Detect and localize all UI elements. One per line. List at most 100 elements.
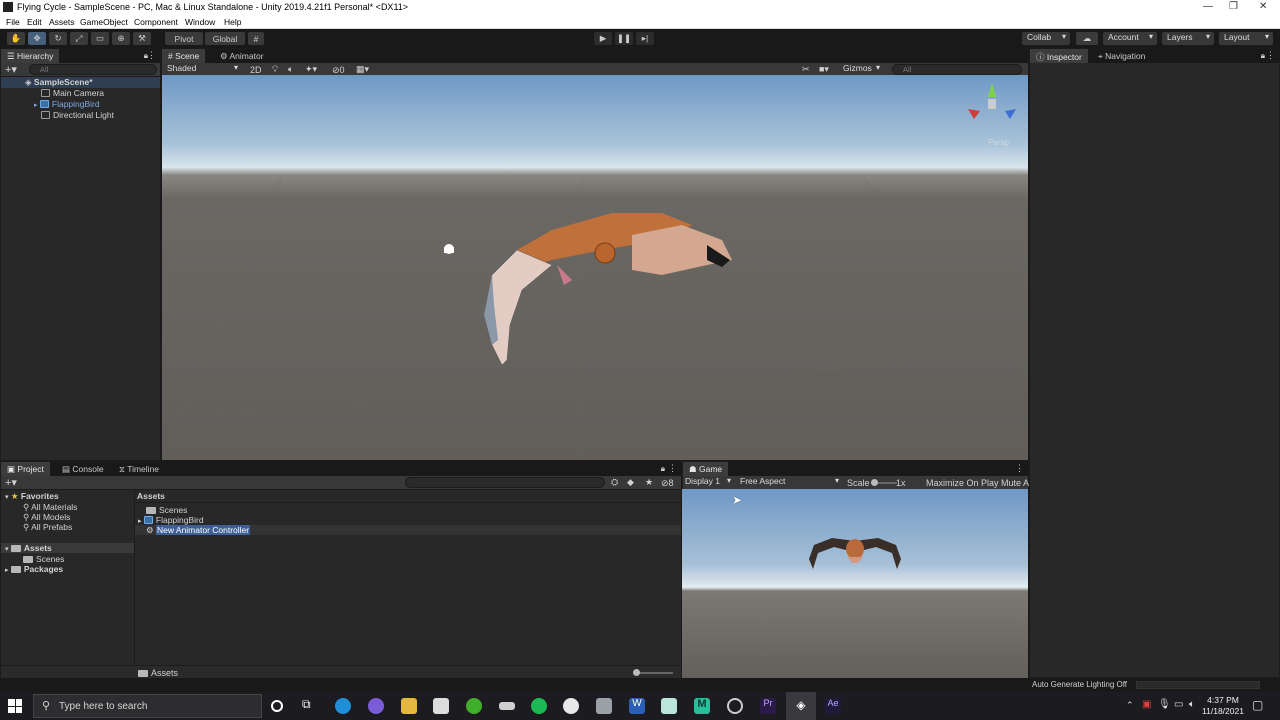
filter-type-icon[interactable]: ⛭ [611, 477, 618, 488]
asset-item-scenes[interactable]: Scenes [146, 505, 187, 515]
close-icon[interactable]: ✕ [1259, 1, 1267, 12]
tab-project[interactable]: ▣ Project [1, 462, 50, 476]
asset-item-flappingbird[interactable]: ▸ FlappingBird [138, 515, 204, 525]
scene-search-input[interactable]: All [892, 64, 1022, 75]
assets-tree-header[interactable]: ▾ Assets [1, 543, 134, 553]
edge-icon[interactable] [335, 698, 351, 714]
rect-tool-icon[interactable]: ▭ [91, 32, 109, 45]
account-dropdown[interactable]: Account [1103, 32, 1157, 45]
clock-date[interactable]: 11/18/2021 [1201, 706, 1245, 716]
pivot-toggle[interactable]: Pivot [165, 32, 203, 45]
hierarchy-item-directional-light[interactable]: Directional Light [41, 110, 114, 120]
tab-hierarchy[interactable]: ☰ Hierarchy [1, 49, 60, 63]
menu-dots-icon[interactable]: ⋮ [1266, 50, 1275, 61]
spotify-icon[interactable] [531, 698, 547, 714]
scene-viewport[interactable]: Persp [162, 75, 1028, 460]
menu-dots-icon[interactable]: ⋮ [147, 50, 156, 61]
effects-icon[interactable]: ✦▾ [305, 64, 317, 75]
premiere-icon[interactable]: Pr [760, 698, 776, 714]
transform-tool-icon[interactable]: ⊕ [112, 32, 130, 45]
app-icon[interactable] [661, 698, 677, 714]
project-search-input[interactable] [405, 477, 605, 488]
add-icon[interactable]: +▾ [5, 476, 17, 489]
snap-icon[interactable]: # [248, 32, 264, 45]
tools-icon[interactable]: ✂ [802, 64, 810, 75]
menu-dots-icon[interactable]: ⋮ [1015, 463, 1024, 474]
hierarchy-item-flappingbird[interactable]: ▸ FlappingBird [34, 99, 100, 109]
add-icon[interactable]: +▾ [5, 63, 17, 76]
tray-chevron-icon[interactable]: ⌃ [1126, 700, 1134, 711]
pause-button[interactable]: ❚❚ [615, 32, 633, 45]
scale-tool-icon[interactable]: ⤢ [70, 32, 88, 45]
calculator-icon[interactable] [596, 698, 612, 714]
camera-icon[interactable]: ■▾ [819, 64, 829, 75]
minimize-icon[interactable]: — [1203, 1, 1213, 12]
volume-icon[interactable]: 🔈︎ [1189, 699, 1195, 710]
global-toggle[interactable]: Global [205, 32, 245, 45]
menu-assets[interactable]: Assets [49, 17, 75, 27]
xbox-icon[interactable] [466, 698, 482, 714]
aspect-dropdown[interactable]: Free Aspect [735, 476, 843, 489]
maximize-on-play-toggle[interactable]: Maximize On Play [926, 478, 999, 488]
mute-audio-toggle[interactable]: Mute A [1001, 478, 1029, 488]
tab-navigation[interactable]: ⌖ Navigation [1092, 49, 1151, 63]
menu-dots-icon[interactable]: ⋮ [668, 463, 677, 474]
cloud-icon[interactable]: ☁ [1076, 32, 1098, 45]
project-breadcrumb[interactable]: Assets [137, 491, 165, 501]
custom-tool-icon[interactable]: ⚒ [133, 32, 151, 45]
hand-tool-icon[interactable]: ✋ [7, 32, 25, 45]
mode-2d-toggle[interactable]: 2D [250, 65, 262, 75]
audio-icon[interactable]: 🔈︎ [288, 64, 293, 75]
microphone-icon[interactable]: 🎙︎ [1158, 699, 1171, 710]
favorite-star-icon[interactable]: ★ [645, 477, 653, 488]
rotate-tool-icon[interactable]: ↻ [49, 32, 67, 45]
clock-time[interactable]: 4:37 PM [1206, 695, 1240, 705]
cortana-icon[interactable] [271, 700, 283, 712]
app-icon[interactable]: M [694, 698, 710, 714]
favorites-header[interactable]: ▾ ★ Favorites [5, 491, 59, 502]
game-viewport[interactable]: ➤ [682, 489, 1028, 678]
assets-tree-child[interactable]: Scenes [23, 554, 64, 564]
filter-label-icon[interactable]: ◆ [627, 477, 634, 488]
splitter[interactable] [134, 490, 135, 678]
menu-help[interactable]: Help [224, 17, 241, 27]
hierarchy-item-main-camera[interactable]: Main Camera [41, 88, 104, 98]
menu-gameobject[interactable]: GameObject [80, 17, 128, 27]
tab-animator[interactable]: ⚙ Animator [214, 49, 270, 63]
network-icon[interactable]: ▭ [1174, 699, 1183, 710]
scale-slider[interactable] [871, 479, 897, 486]
orientation-gizmo[interactable] [968, 83, 1016, 119]
restore-icon[interactable]: ❐ [1229, 1, 1238, 12]
asset-item-animator-controller[interactable]: ⚙ New Animator Controller [135, 525, 681, 535]
lock-icon[interactable]: 🔒︎ [1261, 51, 1265, 61]
lock-icon[interactable]: 🔒︎ [661, 464, 665, 474]
menu-edit[interactable]: Edit [27, 17, 42, 27]
unity-icon[interactable]: ◈ [793, 698, 809, 714]
app-icon[interactable] [563, 698, 579, 714]
after-effects-icon[interactable]: Ae [825, 698, 841, 714]
menu-component[interactable]: Component [134, 17, 178, 27]
collab-dropdown[interactable]: Collab [1022, 32, 1070, 45]
scale-slider-thumb[interactable] [871, 479, 878, 486]
hierarchy-search-input[interactable]: All [29, 64, 157, 75]
tab-scene[interactable]: # Scene [162, 49, 206, 63]
menu-file[interactable]: File [6, 17, 20, 27]
menu-window[interactable]: Window [185, 17, 215, 27]
tab-timeline[interactable]: ⧖ Timeline [113, 462, 165, 476]
lighting-icon[interactable]: 💡︎ [272, 64, 278, 75]
layout-dropdown[interactable]: Layout [1219, 32, 1273, 45]
move-tool-icon[interactable]: ✥ [28, 32, 46, 45]
file-explorer-icon[interactable] [401, 698, 417, 714]
app-icon[interactable] [368, 698, 384, 714]
scene-root-row[interactable]: ◈ SampleScene* [1, 77, 160, 88]
store-icon[interactable] [433, 698, 449, 714]
favorite-item[interactable]: ⚲ All Prefabs [23, 522, 72, 533]
tray-app-icon[interactable]: ▣ [1142, 699, 1151, 710]
layers-dropdown[interactable]: Layers [1162, 32, 1214, 45]
step-button[interactable]: ▸| [636, 32, 654, 45]
task-view-icon[interactable]: ⧉ [302, 697, 318, 713]
persp-label[interactable]: Persp [988, 138, 1009, 147]
windows-start-icon[interactable] [8, 699, 22, 713]
display-dropdown[interactable]: Display 1 [683, 476, 735, 489]
tab-console[interactable]: ▤ Console [56, 462, 110, 476]
